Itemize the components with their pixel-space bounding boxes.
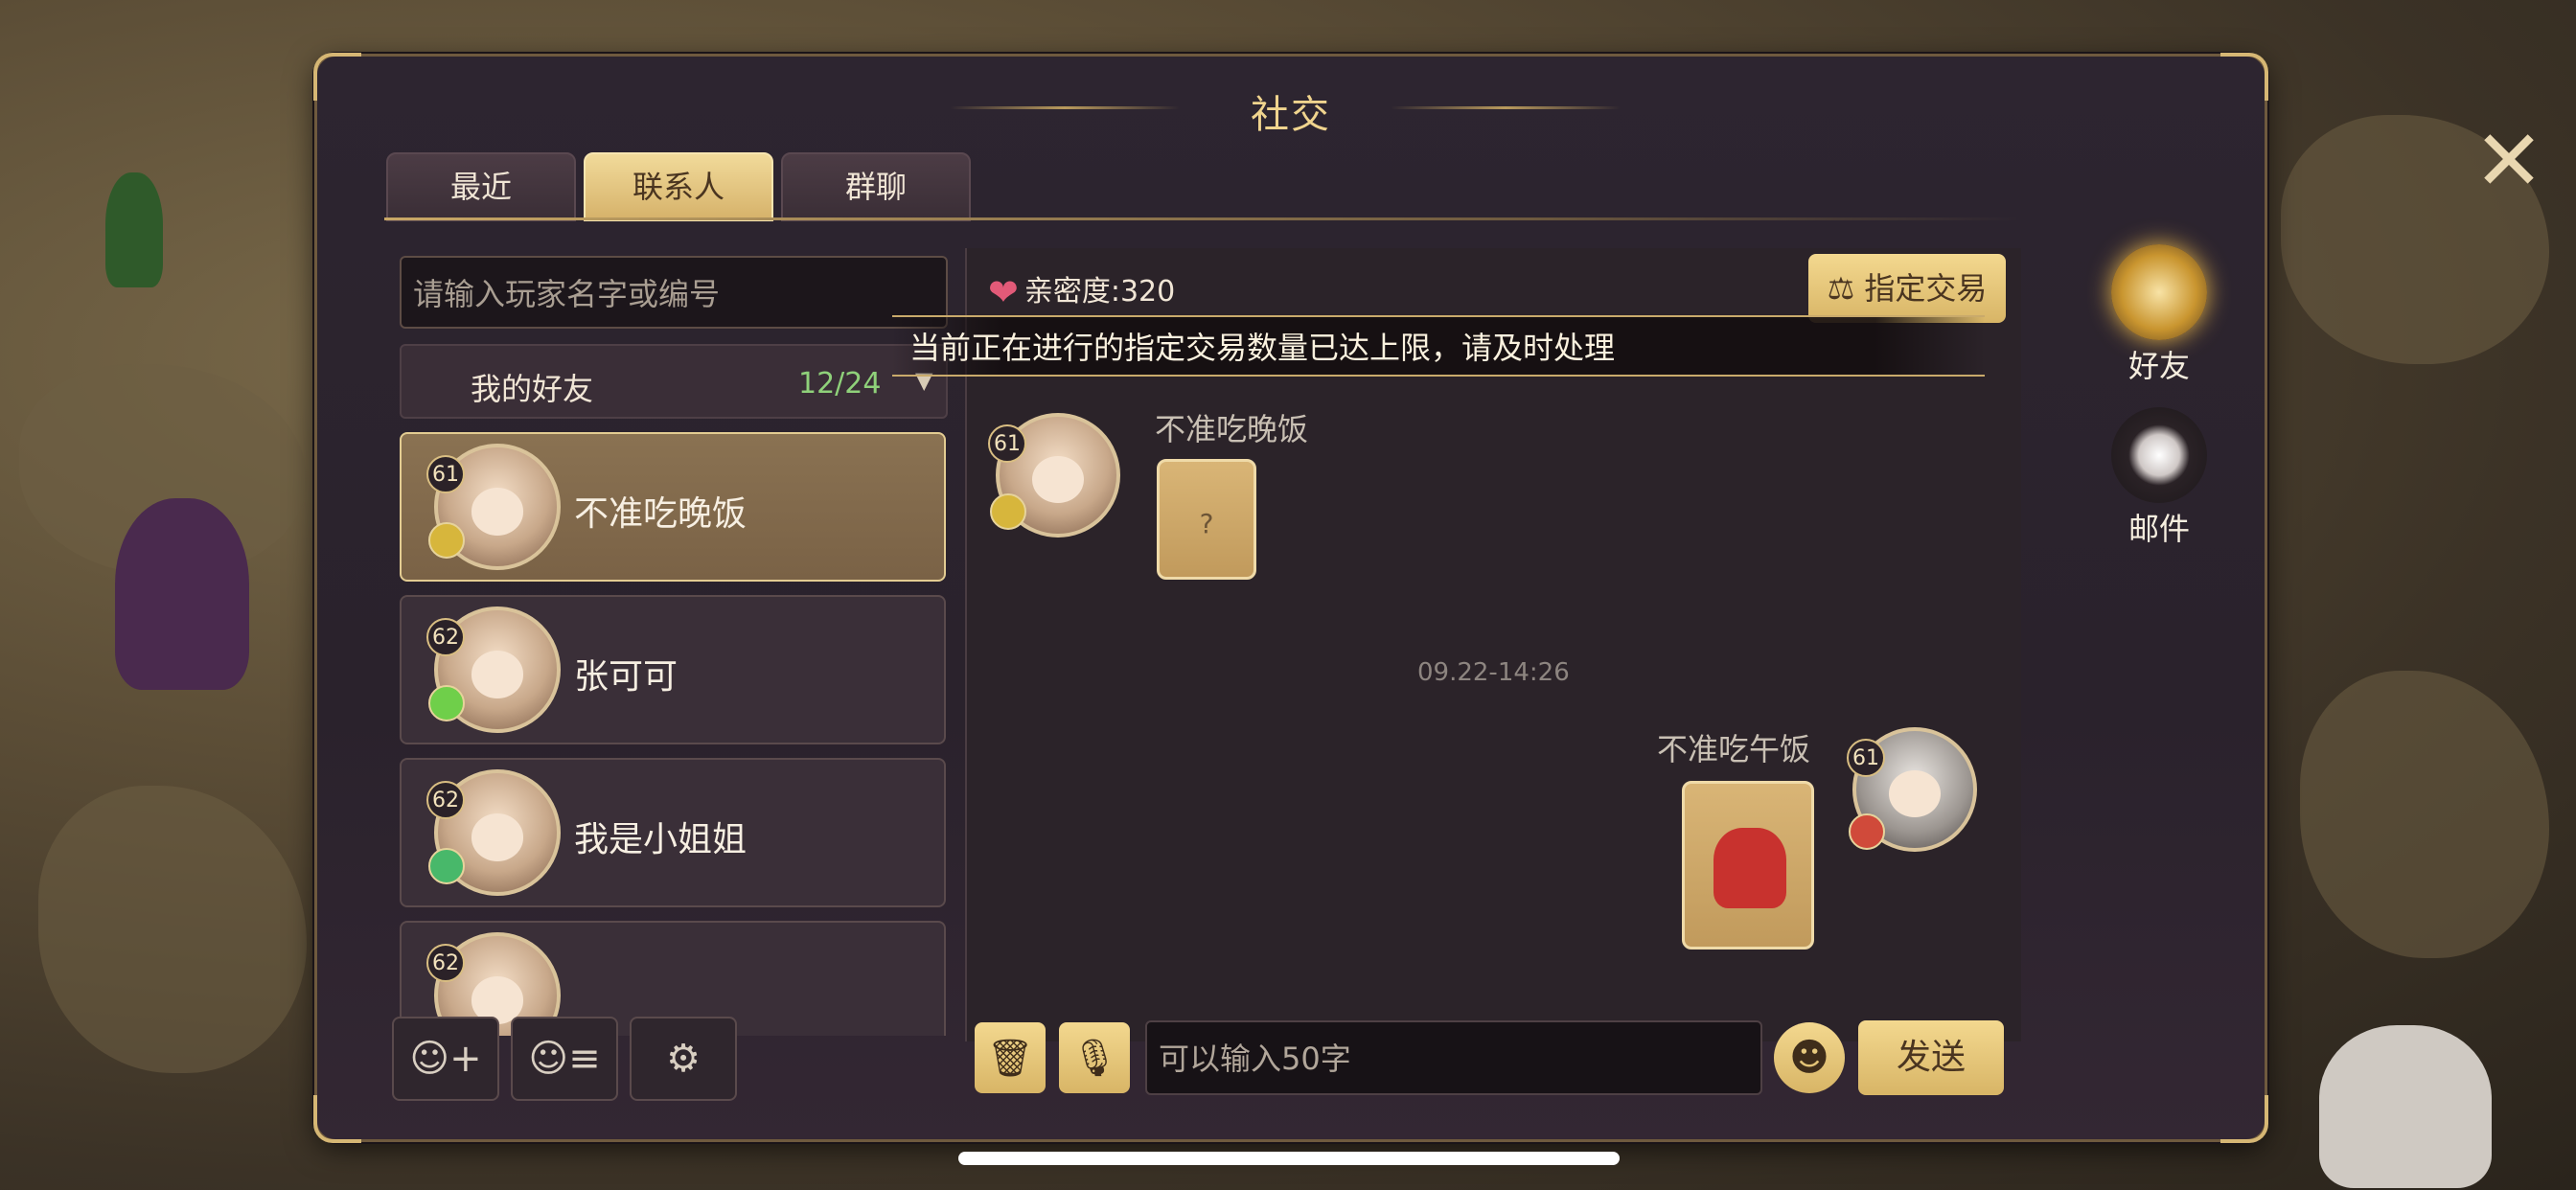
element-icon — [428, 685, 465, 721]
level-badge: 62 — [426, 618, 465, 656]
sticker-message[interactable]: ? — [1157, 459, 1256, 580]
background-rock — [2300, 671, 2549, 958]
panel-corner-ornament — [2220, 1095, 2268, 1143]
delete-button[interactable]: 🗑 — [975, 1022, 1046, 1093]
level-badge: 61 — [988, 424, 1026, 463]
emoji-button[interactable]: ☻ — [1774, 1022, 1845, 1093]
level-badge: 62 — [426, 944, 465, 982]
tab-group-chat[interactable]: 群聊 — [781, 152, 971, 221]
friend-group-label: 我的好友 — [471, 371, 594, 407]
background-character — [115, 498, 249, 690]
tab-contacts[interactable]: 联系人 — [584, 152, 773, 221]
emoji-icon: ☻ — [1789, 1036, 1829, 1080]
background-rock — [38, 786, 307, 1073]
trade-limit-notice: 当前正在进行的指定交易数量已达上限，请及时处理 — [892, 315, 1985, 377]
element-icon — [428, 848, 465, 884]
designated-trade-button[interactable]: ⚖ 指定交易 — [1808, 254, 2006, 323]
friend-list[interactable]: 61 不准吃晚饭 62 张可可 62 我是小姐姐 62 — [398, 432, 952, 1036]
background-character — [105, 172, 163, 287]
level-badge: 62 — [426, 781, 465, 819]
sidebar-item-mail[interactable]: 邮件 — [2092, 407, 2226, 549]
intimacy-display: ❤ 亲密度:320 — [988, 267, 1175, 313]
tab-recent[interactable]: 最近 — [386, 152, 576, 221]
close-button[interactable]: ✕ — [2472, 119, 2546, 203]
sidebar-item-label: 好友 — [2128, 348, 2190, 384]
background-character — [2319, 1025, 2492, 1188]
send-button[interactable]: 发送 — [1858, 1020, 2004, 1095]
heart-icon: ❤ — [988, 271, 1019, 313]
add-friend-button[interactable]: ☺+ — [392, 1017, 499, 1101]
scale-icon: ⚖ — [1827, 270, 1855, 307]
page-title: 社交 — [1251, 93, 1331, 137]
home-indicator[interactable] — [958, 1152, 1620, 1165]
add-friend-icon: ☺+ — [409, 1037, 482, 1081]
chat-input[interactable]: 可以输入50字 — [1145, 1020, 1762, 1095]
friend-name: 不准吃晚饭 — [574, 494, 748, 534]
tab-underline — [384, 217, 2019, 220]
element-icon — [990, 493, 1026, 530]
friend-group-header[interactable]: 我的好友 12/24 ▼ — [400, 344, 948, 419]
title-ornament-right — [1391, 106, 1621, 109]
sidebar-item-label: 邮件 — [2128, 511, 2190, 547]
element-icon — [428, 522, 465, 559]
player-search-input[interactable]: 请输入玩家名字或编号 — [400, 256, 948, 329]
friend-item[interactable]: 62 张可可 — [400, 595, 946, 744]
settings-button[interactable]: ⚙ — [630, 1017, 737, 1101]
little-red-hood-sticker-icon — [1714, 828, 1786, 908]
element-icon — [1849, 813, 1885, 850]
level-badge: 61 — [426, 455, 465, 493]
message-timestamp: 09.22-14:26 — [1417, 658, 1570, 687]
friend-list-icon: ☺≡ — [528, 1037, 601, 1081]
friend-item[interactable]: 62 我是小姐姐 — [400, 758, 946, 907]
intimacy-value: 亲密度:320 — [1024, 275, 1176, 309]
microphone-icon: 🎙 — [1070, 1037, 1118, 1079]
level-badge: 61 — [1847, 739, 1885, 777]
friend-item[interactable]: 61 不准吃晚饭 — [400, 432, 946, 582]
friend-avatar-icon — [2111, 244, 2207, 340]
friend-name: 我是小姐姐 — [574, 820, 748, 859]
trade-button-label: 指定交易 — [1864, 270, 1988, 307]
sidebar-item-friends[interactable]: 好友 — [2092, 244, 2226, 386]
message-sender-name: 不准吃午饭 — [1657, 731, 1811, 767]
sticker-message[interactable] — [1682, 781, 1814, 950]
unknown-sticker-icon: ? — [1199, 508, 1214, 539]
friend-list-button[interactable]: ☺≡ — [511, 1017, 618, 1101]
panel-corner-ornament — [313, 1095, 361, 1143]
mail-feather-icon — [2111, 407, 2207, 503]
friend-count: 12/24 — [798, 367, 882, 400]
settings-icon: ⚙ — [666, 1037, 701, 1081]
trash-icon: 🗑 — [986, 1037, 1034, 1079]
message-sender-name: 不准吃晚饭 — [1155, 411, 1309, 447]
social-panel: 社交 最近 联系人 群聊 请输入玩家名字或编号 我的好友 12/24 ▼ 61 … — [313, 53, 2544, 1143]
voice-button[interactable]: 🎙 — [1059, 1022, 1130, 1093]
friend-name: 张可可 — [574, 657, 678, 697]
